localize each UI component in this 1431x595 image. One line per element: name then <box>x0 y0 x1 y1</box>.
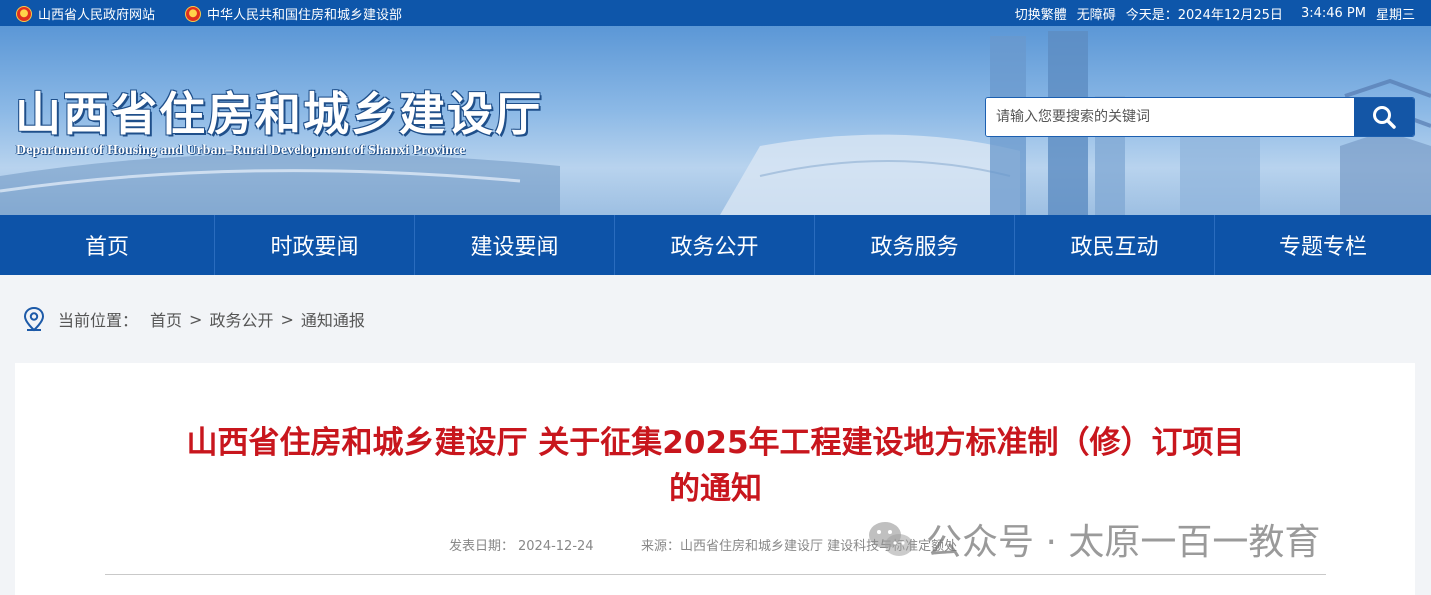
current-date-display: 今天是：2024年12月25日 <box>1126 4 1283 23</box>
breadcrumb-separator: > <box>280 309 294 329</box>
accessibility-link[interactable]: 无障碍 <box>1077 4 1116 23</box>
article-title-line2: 的通知 <box>669 471 762 507</box>
today-prefix: 今天是： <box>1125 8 1178 23</box>
breadcrumb-separator: > <box>189 309 203 329</box>
source-label: 来源： <box>641 539 681 554</box>
search-input[interactable] <box>986 98 1354 136</box>
site-title: 山西省住房和城乡建设厅 <box>15 87 543 141</box>
nav-item-special-topics[interactable]: 专题专栏 <box>1215 215 1431 275</box>
national-emblem-icon <box>185 5 201 22</box>
article-title-line1: 山西省住房和城乡建设厅 关于征集2025年工程建设地方标准制（修）订项目 <box>186 425 1245 461</box>
publish-date-label: 发表日期： <box>449 539 515 554</box>
breadcrumb-label: 当前位置： <box>58 311 139 330</box>
nav-item-government-affairs[interactable]: 政务公开 <box>615 215 815 275</box>
main-nav: 首页 时政要闻 建设要闻 政务公开 政务服务 政民互动 专题专栏 <box>0 215 1431 275</box>
top-utility-bar: 山西省人民政府网站 中华人民共和国住房和城乡建设部 切换繁體 无障碍 今天是：2… <box>0 0 1431 26</box>
traditional-chinese-toggle[interactable]: 切换繁體 <box>1015 4 1067 23</box>
search-box <box>985 97 1415 137</box>
current-time: 3:4:46 PM <box>1300 6 1366 21</box>
article-title: 山西省住房和城乡建设厅 关于征集2025年工程建设地方标准制（修）订项目 的通知 <box>0 420 1431 512</box>
gov-site-link[interactable]: 山西省人民政府网站 <box>16 4 155 23</box>
breadcrumb-current[interactable]: 通知通报 <box>301 307 365 331</box>
publish-date-value: 2024-12-24 <box>518 539 594 554</box>
gov-site-label: 山西省人民政府网站 <box>38 8 156 23</box>
breadcrumb-section[interactable]: 政务公开 <box>209 307 273 331</box>
weekday: 星期三 <box>1375 8 1415 23</box>
nav-item-home[interactable]: 首页 <box>0 215 215 275</box>
publish-date: 发表日期： 2024-12-24 <box>449 535 594 554</box>
nav-item-current-affairs[interactable]: 时政要闻 <box>215 215 415 275</box>
watermark-text: 公众号 · 太原一百一教育 <box>926 522 1321 563</box>
search-icon <box>1373 106 1396 129</box>
nav-item-public-interaction[interactable]: 政民互动 <box>1015 215 1215 275</box>
location-pin-icon <box>23 306 45 332</box>
breadcrumb: 当前位置： 首页 > 政务公开 > 通知通报 <box>20 305 365 333</box>
meta-divider <box>105 574 1326 575</box>
ministry-site-label: 中华人民共和国住房和城乡建设部 <box>207 8 403 23</box>
header-banner: 山西省住房和城乡建设厅 Department of Housing and Ur… <box>0 26 1431 215</box>
ministry-site-link[interactable]: 中华人民共和国住房和城乡建设部 <box>185 4 402 23</box>
date-value: 2024年12月25日 <box>1177 8 1283 23</box>
nav-item-construction-news[interactable]: 建设要闻 <box>415 215 615 275</box>
wechat-icon <box>869 522 913 556</box>
search-button[interactable] <box>1354 98 1414 136</box>
watermark: 公众号 · 太原一百一教育 <box>866 513 1320 565</box>
national-emblem-icon <box>16 5 32 22</box>
site-subtitle: Department of Housing and Urban–Rural De… <box>16 143 466 158</box>
breadcrumb-home[interactable]: 首页 <box>150 307 182 331</box>
topbar-right: 切换繁體 无障碍 今天是：2024年12月25日 3:4:46 PM 星期三 <box>1015 4 1415 23</box>
nav-item-government-services[interactable]: 政务服务 <box>815 215 1015 275</box>
